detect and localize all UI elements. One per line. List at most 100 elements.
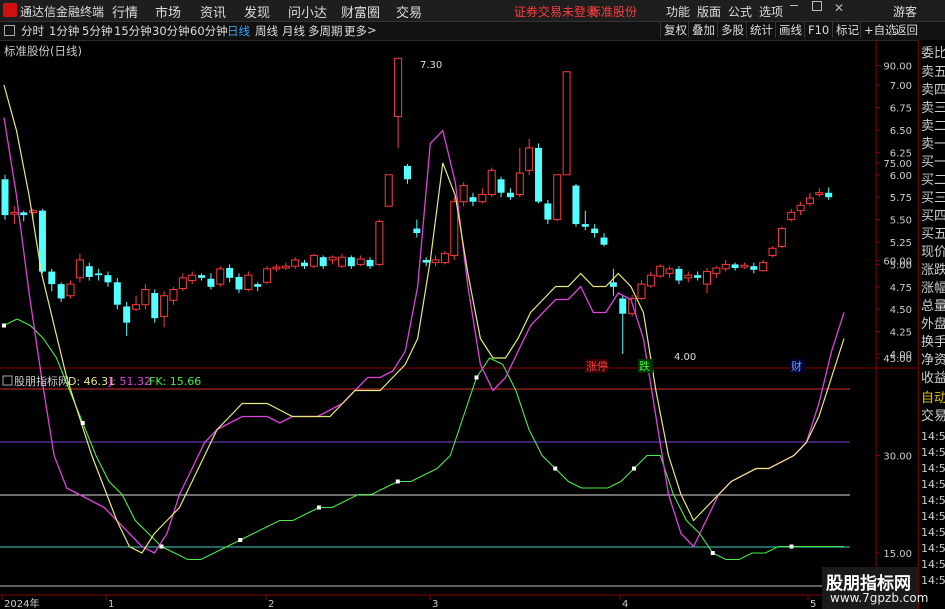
candle-body (750, 266, 758, 270)
candle-body (572, 185, 580, 225)
candle-body (394, 57, 403, 118)
date-tick-label: 2024年 (4, 597, 39, 609)
period-more[interactable]: 更多 (344, 23, 367, 39)
maximize-icon[interactable] (812, 1, 822, 11)
panel-buy1: 买一 (921, 155, 945, 170)
panel-sell2: 卖二 (921, 119, 945, 134)
candle-body (796, 204, 805, 212)
period-1min[interactable]: 1分钟 (49, 23, 79, 39)
tick-time: 14:56 (921, 494, 945, 507)
fk-marker (395, 479, 400, 484)
btn-diejia[interactable]: 叠加 (688, 22, 718, 38)
watermark-url: www.7gpzb.com (830, 591, 929, 605)
menu-hangqing[interactable]: 行情 (112, 2, 138, 21)
candle-body (309, 254, 318, 267)
candle-body (123, 306, 131, 323)
tag-die[interactable]: 跌 (639, 359, 650, 373)
kline-chart[interactable]: 7.006.756.506.256.005.755.505.255.004.75… (0, 40, 918, 609)
candle-body (347, 257, 355, 267)
candle-body (422, 259, 430, 263)
minimize-icon[interactable] (790, 5, 798, 6)
candle-body (29, 210, 38, 213)
panel-weibi: 委比 (921, 46, 945, 61)
period-60min[interactable]: 60分钟 (190, 23, 228, 39)
period-30min[interactable]: 30分钟 (152, 23, 190, 39)
high-label: 7.30 (420, 60, 442, 71)
period-monthly[interactable]: 月线 (282, 23, 305, 39)
panel-buy4: 买四 (921, 209, 945, 224)
period-daily[interactable]: 日线 (227, 23, 250, 39)
tag-zhangting[interactable]: 涨停 (586, 359, 608, 373)
tick-time: 14:56 (921, 478, 945, 491)
menu-xuanxiang[interactable]: 选项 (759, 3, 783, 20)
menu-gongneng[interactable]: 功能 (666, 3, 690, 20)
panel-turnover: 换手 (921, 335, 945, 350)
menu-zixun[interactable]: 资讯 (200, 2, 226, 21)
btn-biaoji[interactable]: 标记 (832, 22, 862, 38)
candle-body (497, 179, 505, 193)
btn-tongji[interactable]: 统计 (746, 22, 776, 38)
candle-body (169, 288, 178, 301)
period-fenshi[interactable]: 分时 (21, 23, 44, 39)
candle-body (440, 253, 449, 264)
menu-faxian[interactable]: 发现 (244, 2, 270, 21)
menu-banmian[interactable]: 版面 (697, 3, 721, 20)
indicator-name[interactable]: 股朋指标网 (14, 374, 69, 388)
candle-body (366, 259, 374, 267)
tag-cai[interactable]: 财 (791, 359, 802, 373)
btn-duogu[interactable]: 多股 (717, 22, 747, 38)
tick-time: 14:56 (921, 430, 945, 443)
btn-fuquan[interactable]: 复权 (660, 22, 690, 38)
menu-gongshi[interactable]: 公式 (728, 3, 752, 20)
low-label: 4.00 (674, 352, 696, 363)
candle-body (675, 268, 683, 281)
fk-marker (2, 323, 6, 328)
btn-fanhui[interactable]: 返回 (891, 22, 921, 38)
period-multi[interactable]: 多周期 (308, 23, 343, 39)
chevron-right-icon[interactable]: > (367, 23, 377, 37)
btn-f10[interactable]: F10 (804, 22, 832, 38)
panel-change-pct: 涨幅 (921, 281, 945, 296)
btn-huaxian[interactable]: 画线 (775, 22, 805, 38)
candle-body (75, 259, 84, 279)
period-weekly[interactable]: 周线 (255, 23, 278, 39)
period-5min[interactable]: 5分钟 (82, 23, 112, 39)
candle-body (731, 264, 739, 268)
candle-body (478, 194, 487, 203)
menu-wenxiaoda[interactable]: 问小达 (288, 2, 327, 21)
indicator-j-value: J: 51.32 (108, 375, 151, 388)
tick-time: 14:56 (921, 558, 945, 571)
tab-trade[interactable]: 交易 (921, 408, 945, 425)
candle-body (469, 197, 477, 202)
candle-body (535, 147, 543, 202)
indicator-tick-label: 90.00 (883, 62, 912, 73)
candle-body (1, 179, 9, 216)
tick-time: 14:56 (921, 574, 945, 587)
price-tick-label: 6.25 (890, 148, 912, 159)
candle-body (356, 258, 365, 265)
panel-sell1: 卖一 (921, 137, 945, 152)
price-tick-label: 6.75 (890, 104, 912, 115)
menu-caifuquan[interactable]: 财富圈 (341, 2, 380, 21)
fk-marker (789, 544, 794, 549)
tab-auto[interactable]: 自动 (921, 390, 945, 407)
guest-label[interactable]: 游客 (893, 3, 917, 20)
menu-jiaoyi[interactable]: 交易 (396, 2, 422, 21)
menu-shichang[interactable]: 市场 (155, 2, 181, 21)
window-icon[interactable] (4, 25, 15, 36)
price-tick-label: 5.75 (890, 193, 912, 204)
candle-body (712, 267, 721, 274)
title-bar: 通达信金融终端 行情 市场 资讯 发现 问小达 财富圈 交易 证券交易未登录 标… (0, 0, 945, 22)
login-warning[interactable]: 证券交易未登录 (514, 3, 598, 20)
indicator-tick-label: 75.00 (883, 159, 912, 170)
app-name: 通达信金融终端 (20, 5, 105, 19)
candle-body (272, 266, 281, 270)
close-icon[interactable]: ✕ (834, 1, 844, 15)
period-15min[interactable]: 15分钟 (114, 23, 152, 39)
indicator-settings-icon[interactable] (2, 375, 13, 386)
period-toolbar: 分时 1分钟 5分钟 15分钟 30分钟 60分钟 日线 周线 月线 多周期 更… (0, 22, 945, 41)
candle-body (95, 273, 103, 276)
candle-body (619, 298, 627, 314)
panel-netasset: 净资 (921, 353, 945, 368)
candle-body (815, 192, 824, 196)
